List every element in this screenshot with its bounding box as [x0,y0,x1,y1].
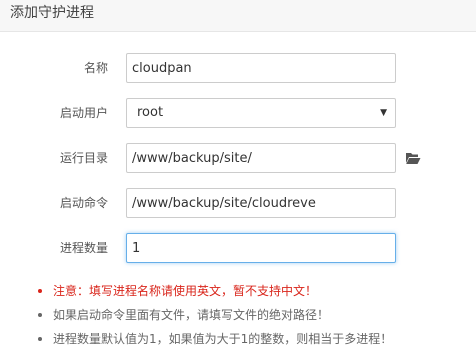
user-label: 启动用户 [59,106,108,120]
process-count-input[interactable] [126,233,396,263]
user-select-value: root [137,105,164,120]
form-row-command: 启动命令 [0,188,476,218]
note-text: 如果启动命令里面有文件，请填写文件的绝对路径！ [53,308,330,322]
name-label: 名称 [83,61,108,75]
form-row-process-count: 进程数量 [0,233,476,263]
note-item-warning: 注意：填写进程名称请使用英文，暂不支持中文！ [0,282,476,306]
command-input[interactable] [126,188,396,218]
note-item: 如果启动命令里面有文件，请填写文件的绝对路径！ [0,306,476,330]
form-row-name: 名称 [0,53,476,83]
command-label: 启动命令 [59,196,108,210]
user-select[interactable]: root ▼ [126,98,396,128]
folder-open-icon[interactable] [405,150,421,166]
help-notes: 注意：填写进程名称请使用英文，暂不支持中文！ 如果启动命令里面有文件，请填写文件… [0,282,476,354]
form-row-directory: 运行目录 [0,143,476,173]
directory-input[interactable] [126,143,396,173]
note-item: 进程数量默认值为1，如果值为大于1的整数，则相当于多进程！ [0,330,476,354]
process-count-label: 进程数量 [59,241,108,255]
dialog-title: 添加守护进程 [10,5,94,21]
name-input[interactable] [126,53,396,83]
directory-label: 运行目录 [59,151,108,165]
bullet-icon [38,313,42,317]
dialog-header: 添加守护进程 [0,0,476,32]
form-row-user: 启动用户 root ▼ [0,98,476,128]
note-text: 进程数量默认值为1，如果值为大于1的整数，则相当于多进程！ [53,332,393,346]
bullet-icon [38,289,42,293]
bullet-icon [38,337,42,341]
caret-down-icon: ▼ [380,108,387,118]
note-text: 注意：填写进程名称请使用英文，暂不支持中文！ [53,284,318,298]
